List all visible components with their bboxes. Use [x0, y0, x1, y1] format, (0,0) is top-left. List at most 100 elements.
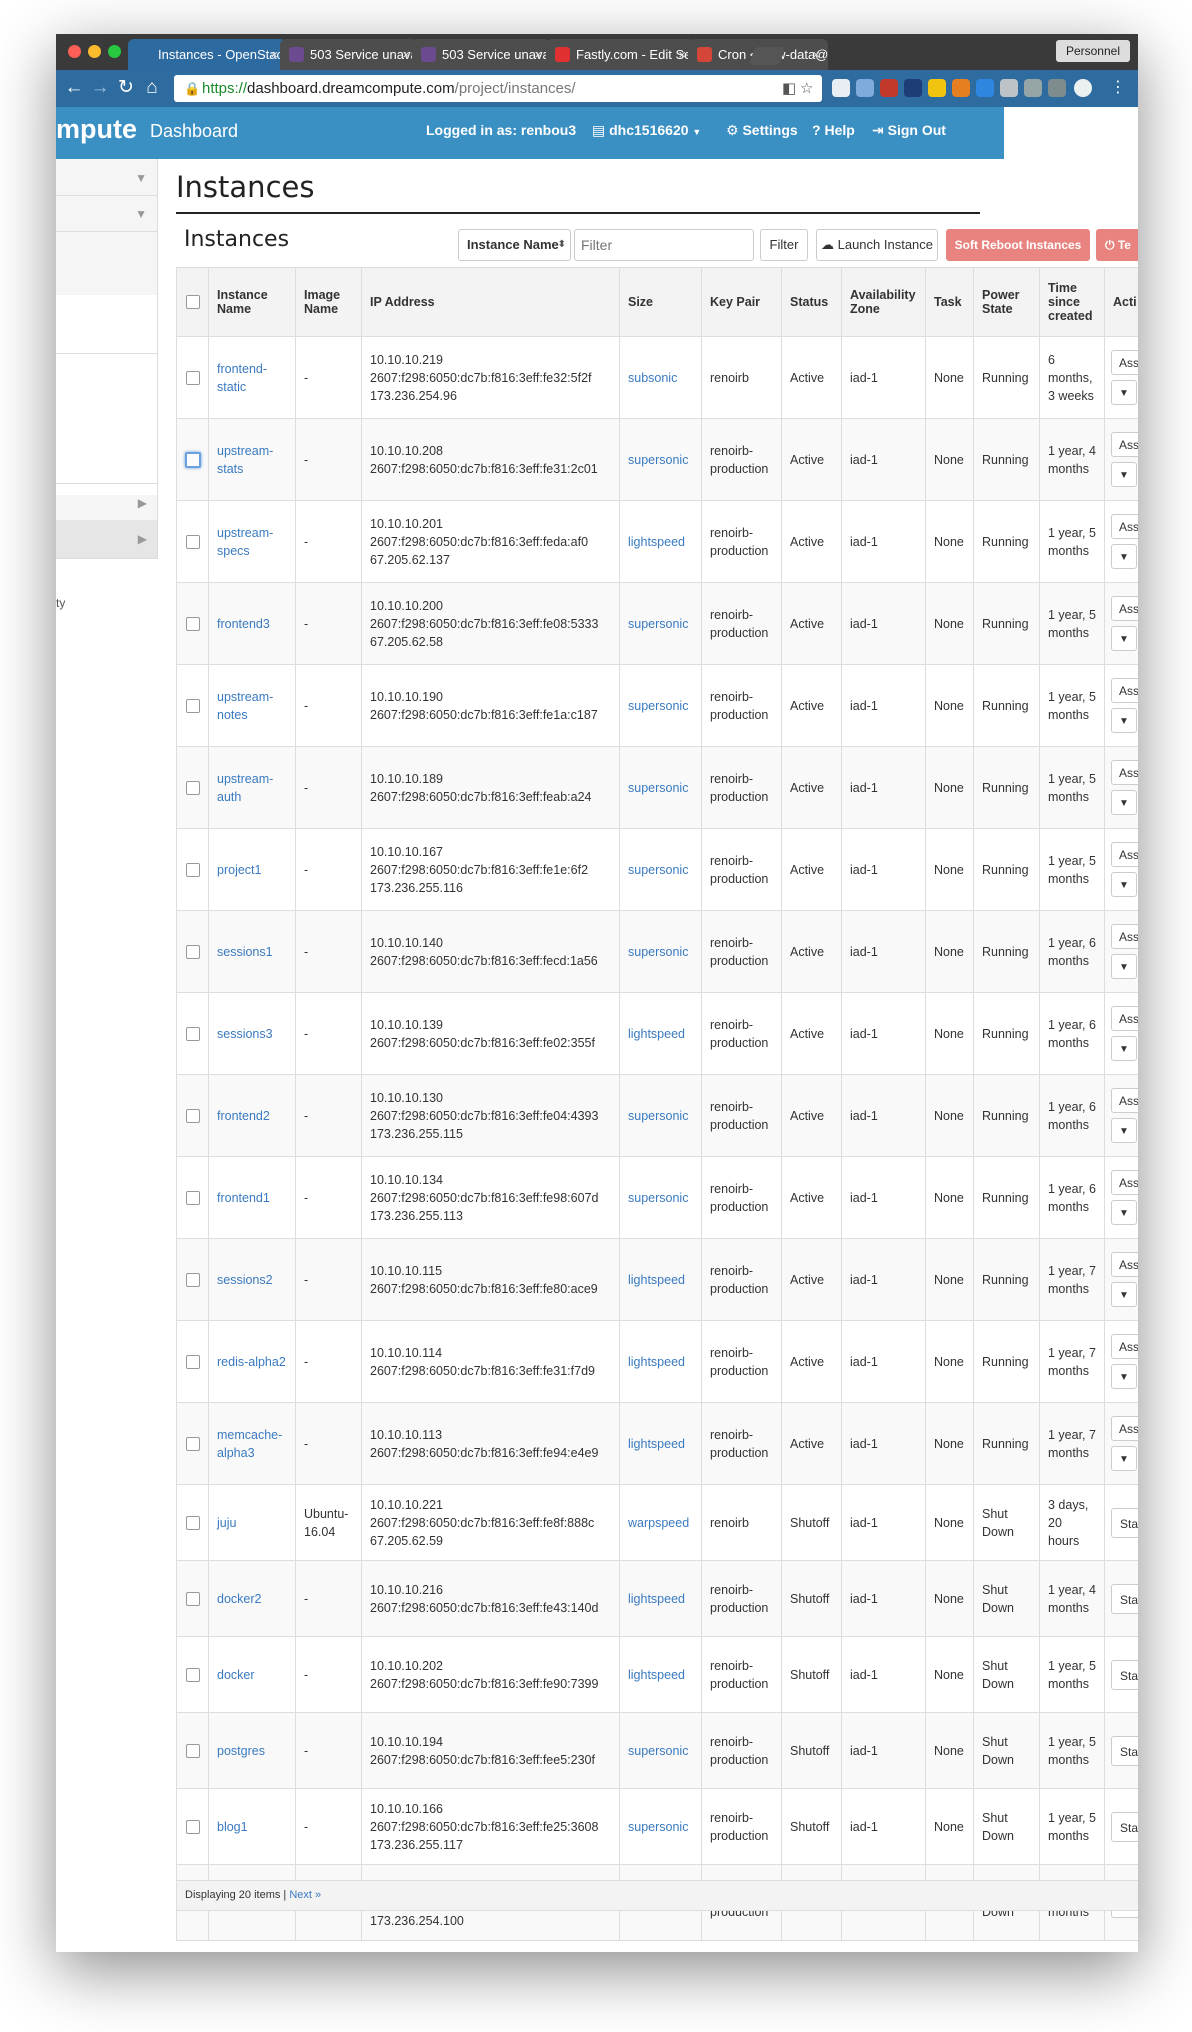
associate-ip-button[interactable]: Ass	[1111, 1170, 1138, 1195]
row-checkbox[interactable]	[185, 781, 200, 796]
instance-name-link[interactable]: postgres	[217, 1744, 265, 1758]
close-tab-icon[interactable]: ×	[678, 39, 686, 70]
size-link[interactable]: lightspeed	[628, 1668, 685, 1682]
column-header[interactable]: Task	[925, 267, 974, 337]
actions-dropdown-caret-icon[interactable]: ▼	[1111, 1200, 1137, 1225]
size-link[interactable]: supersonic	[628, 1744, 688, 1758]
menu-dots-icon[interactable]: ⋮	[1106, 76, 1130, 100]
translate-icon[interactable]: ◧	[782, 75, 796, 102]
select-all-checkbox[interactable]	[185, 295, 200, 310]
actions-dropdown-caret-icon[interactable]: ▼	[1111, 954, 1137, 979]
sidebar-section-toggle[interactable]: ▶	[56, 520, 157, 559]
browser-tab[interactable]: Instances - OpenStack ×	[128, 39, 286, 70]
start-instance-button[interactable]: Sta	[1111, 1659, 1138, 1690]
row-checkbox[interactable]	[185, 1668, 200, 1683]
sidebar-section-toggle[interactable]: ▼	[56, 159, 157, 196]
extension-icon[interactable]	[880, 79, 898, 97]
associate-ip-button[interactable]: Ass	[1111, 514, 1138, 539]
sidebar-section-toggle[interactable]: ▼	[56, 195, 157, 232]
close-window-icon[interactable]	[68, 45, 81, 58]
actions-dropdown-caret-icon[interactable]: ▼	[1111, 462, 1137, 487]
row-checkbox[interactable]	[185, 1592, 200, 1607]
associate-ip-button[interactable]: Ass	[1111, 678, 1138, 703]
associate-ip-button[interactable]: Ass	[1111, 1006, 1138, 1031]
home-icon[interactable]: ⌂	[140, 76, 164, 100]
row-checkbox[interactable]	[185, 1027, 200, 1042]
close-tab-icon[interactable]: ×	[534, 39, 542, 70]
instance-name-link[interactable]: sessions2	[217, 1273, 273, 1287]
project-dropdown[interactable]: ▤ dhc1516620 ▼	[592, 122, 701, 139]
minimize-window-icon[interactable]	[88, 45, 101, 58]
instance-name-link[interactable]: juju	[217, 1516, 236, 1530]
instance-name-link[interactable]: docker	[217, 1668, 255, 1682]
column-header[interactable]: Power State	[973, 267, 1040, 337]
row-checkbox[interactable]	[185, 1109, 200, 1124]
associate-ip-button[interactable]: Ass	[1111, 842, 1138, 867]
instance-name-link[interactable]: blog1	[217, 1820, 248, 1834]
size-link[interactable]: subsonic	[628, 371, 677, 385]
associate-ip-button[interactable]: Ass	[1111, 596, 1138, 621]
close-tab-icon[interactable]: ×	[402, 39, 410, 70]
column-header[interactable]: Time since created	[1039, 267, 1105, 337]
reload-icon[interactable]: ↻	[114, 76, 138, 100]
associate-ip-button[interactable]: Ass	[1111, 350, 1138, 375]
size-link[interactable]: lightspeed	[628, 1437, 685, 1451]
actions-dropdown-caret-icon[interactable]: ▼	[1111, 1446, 1137, 1471]
actions-dropdown-caret-icon[interactable]: ▼	[1111, 872, 1137, 897]
start-instance-button[interactable]: Sta	[1111, 1583, 1138, 1614]
row-checkbox[interactable]	[185, 452, 201, 469]
associate-ip-button[interactable]: Ass	[1111, 1252, 1138, 1277]
instance-name-link[interactable]: frontend-static	[217, 362, 267, 394]
instance-name-link[interactable]: upstream-auth	[217, 772, 273, 804]
column-header[interactable]: IP Address	[361, 267, 620, 337]
sidebar-section-toggle[interactable]: ▶	[56, 483, 157, 521]
column-header[interactable]: Instance Name	[208, 267, 296, 337]
size-link[interactable]: supersonic	[628, 453, 688, 467]
instance-name-link[interactable]: frontend2	[217, 1109, 270, 1123]
extension-icon[interactable]	[976, 79, 994, 97]
row-checkbox[interactable]	[185, 1744, 200, 1759]
instance-name-link[interactable]: upstream-stats	[217, 444, 273, 476]
cast-icon[interactable]	[1048, 79, 1066, 97]
size-link[interactable]: lightspeed	[628, 1027, 685, 1041]
settings-link[interactable]: ⚙ Settings	[726, 122, 798, 139]
extension-icon[interactable]	[1074, 79, 1092, 97]
instance-name-link[interactable]: docker2	[217, 1592, 261, 1606]
actions-dropdown-caret-icon[interactable]: ▼	[1111, 626, 1137, 651]
browser-tab[interactable]: 503 Service unavailable×	[412, 39, 550, 70]
actions-dropdown-caret-icon[interactable]: ▼	[1111, 1118, 1137, 1143]
size-link[interactable]: supersonic	[628, 617, 688, 631]
filter-field-select[interactable]: Instance Name ⬍	[458, 229, 571, 261]
size-link[interactable]: lightspeed	[628, 1592, 685, 1606]
row-checkbox[interactable]	[185, 863, 200, 878]
extension-icon[interactable]	[928, 79, 946, 97]
sign-out-link[interactable]: ⇥ Sign Out	[872, 122, 946, 139]
instance-name-link[interactable]: sessions1	[217, 945, 273, 959]
size-link[interactable]: warpspeed	[628, 1516, 689, 1530]
start-instance-button[interactable]: Sta	[1111, 1811, 1138, 1842]
row-checkbox[interactable]	[185, 945, 200, 960]
bookmark-star-icon[interactable]: ☆	[800, 75, 813, 102]
size-link[interactable]: supersonic	[628, 699, 688, 713]
size-link[interactable]: lightspeed	[628, 1355, 685, 1369]
address-bar[interactable]: 🔒 https://dashboard.dreamcompute.com/pro…	[174, 75, 822, 102]
instance-name-link[interactable]: frontend1	[217, 1191, 270, 1205]
filter-button[interactable]: Filter	[760, 229, 808, 261]
maximize-window-icon[interactable]	[108, 45, 121, 58]
browser-tab[interactable]: 503 Service unavailable×	[280, 39, 418, 70]
close-tab-icon[interactable]: ×	[812, 39, 820, 70]
row-checkbox[interactable]	[185, 1191, 200, 1206]
back-arrow-icon[interactable]: ←	[62, 76, 86, 100]
actions-dropdown-caret-icon[interactable]: ▼	[1111, 708, 1137, 733]
instance-name-link[interactable]: upstream-notes	[217, 690, 273, 722]
actions-dropdown-caret-icon[interactable]: ▼	[1111, 1364, 1137, 1389]
help-link[interactable]: ? Help	[812, 122, 855, 138]
size-link[interactable]: supersonic	[628, 1820, 688, 1834]
actions-dropdown-caret-icon[interactable]: ▼	[1111, 790, 1137, 815]
actions-dropdown-caret-icon[interactable]: ▼	[1111, 544, 1137, 569]
extension-icon[interactable]	[856, 79, 874, 97]
start-instance-button[interactable]: Sta	[1111, 1735, 1138, 1766]
sidebar-item-truncated[interactable]: ty	[56, 596, 65, 610]
size-link[interactable]: supersonic	[628, 1191, 688, 1205]
row-checkbox[interactable]	[185, 371, 200, 386]
